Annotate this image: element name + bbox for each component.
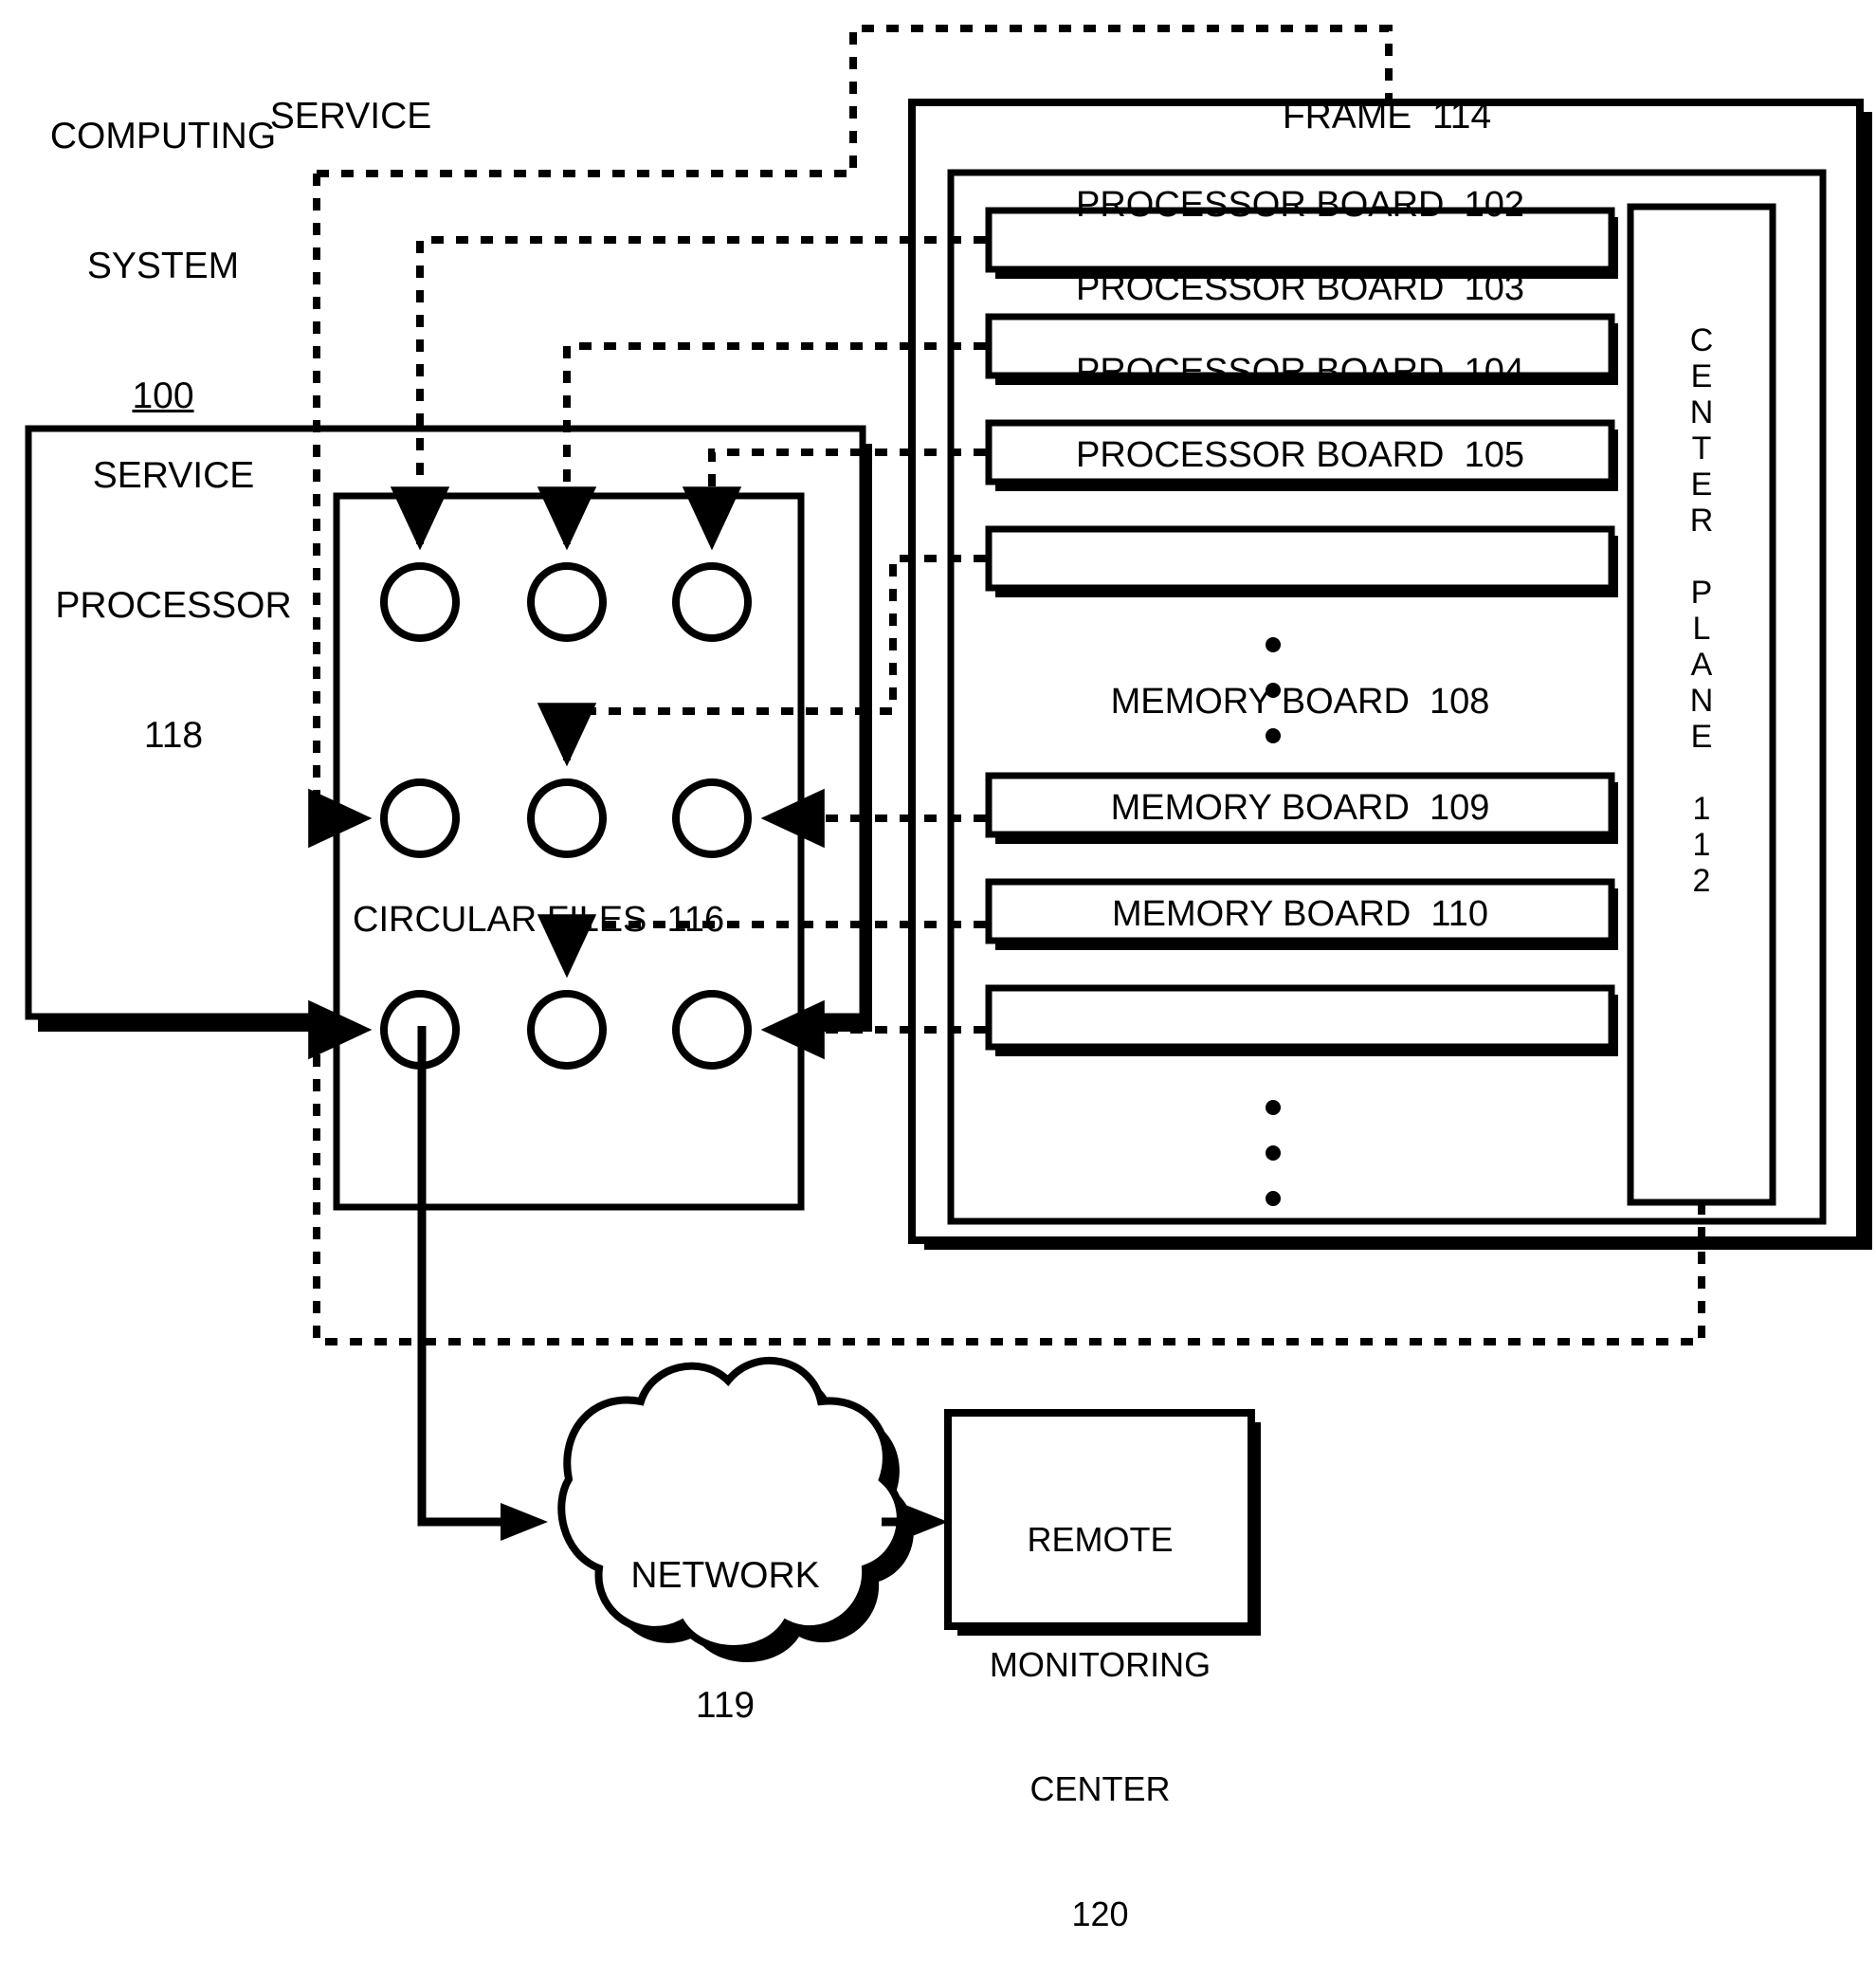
network-label: NETWORK 119 — [578, 1468, 872, 1770]
circular-file-r2c1 — [380, 778, 460, 858]
remote-monitoring-center-label: REMOTE MONITORING CENTER 120 — [956, 1436, 1245, 1977]
center-plane-letter: E — [1690, 719, 1713, 755]
service-processor-label: SERVICE PROCESSOR 118 — [46, 368, 301, 800]
cloud-to-rmc-arrow — [901, 1503, 948, 1541]
board-label-108: MEMORY BOARD 108 — [1110, 682, 1490, 722]
rmc-line1: REMOTE — [1027, 1519, 1174, 1559]
center-plane-letter: N — [1689, 394, 1714, 430]
center-plane-letter: P — [1690, 575, 1713, 611]
center-plane-letter: R — [1689, 503, 1714, 539]
service-label: SERVICE — [269, 96, 432, 137]
circular-file-r1c1 — [380, 562, 460, 642]
rmc-ref: 120 — [1071, 1894, 1129, 1933]
circular-file-r3c2 — [527, 990, 607, 1070]
rmc-line3: CENTER — [1029, 1769, 1171, 1809]
board-label-105: PROCESSOR BOARD 105 — [1075, 435, 1525, 475]
board-label-109: MEMORY BOARD 109 — [1110, 788, 1490, 828]
network-line1: NETWORK — [630, 1555, 820, 1597]
circular-file-r1c2 — [527, 562, 607, 642]
center-plane-gap — [1664, 539, 1739, 575]
service-processor-ref: 118 — [143, 715, 204, 756]
figure-canvas: COMPUTING SYSTEM 100 SERVICE SERVICE PRO… — [0, 0, 1876, 1933]
computing-system-line2: SYSTEM — [86, 246, 240, 287]
board-label-103: PROCESSOR BOARD 103 — [1075, 268, 1525, 308]
center-plane-letter: 1 — [1692, 791, 1711, 827]
center-plane-letter: N — [1689, 683, 1714, 719]
rmc-line2: MONITORING — [989, 1644, 1211, 1684]
circular-files-label: CIRCULAR FILES 116 — [353, 900, 725, 940]
center-plane-label: CENTER PLANE 112 — [1664, 322, 1739, 899]
board-box-105 — [985, 525, 1615, 592]
board-box-110 — [985, 984, 1615, 1051]
network-ref: 119 — [695, 1685, 756, 1727]
service-processor-line1: SERVICE — [92, 455, 255, 497]
center-plane-gap — [1664, 755, 1739, 791]
circular-file-r1c3 — [672, 562, 752, 642]
circular-file-r2c2 — [527, 778, 607, 858]
center-plane-letter: T — [1691, 430, 1712, 467]
board-label-104: PROCESSOR BOARD 104 — [1075, 352, 1525, 392]
computing-system-line1: COMPUTING — [49, 116, 277, 157]
center-plane-letter: 2 — [1692, 863, 1711, 899]
sp-to-network-arrow — [501, 1503, 548, 1541]
board-label-102: PROCESSOR BOARD 102 — [1075, 185, 1525, 225]
circular-file-r3c3 — [672, 990, 752, 1070]
circular-file-r2c3 — [672, 778, 752, 858]
center-plane-letter: A — [1690, 647, 1713, 683]
service-processor-line2: PROCESSOR — [55, 585, 292, 627]
center-plane-letter: E — [1690, 467, 1713, 503]
center-plane-letter: E — [1690, 358, 1713, 394]
center-plane-letter: L — [1692, 611, 1711, 647]
board-label-110: MEMORY BOARD 110 — [1111, 894, 1488, 934]
frame-label: FRAME 114 — [1282, 96, 1492, 137]
center-plane-letter: C — [1689, 322, 1714, 358]
center-plane-letter: 1 — [1692, 827, 1711, 863]
